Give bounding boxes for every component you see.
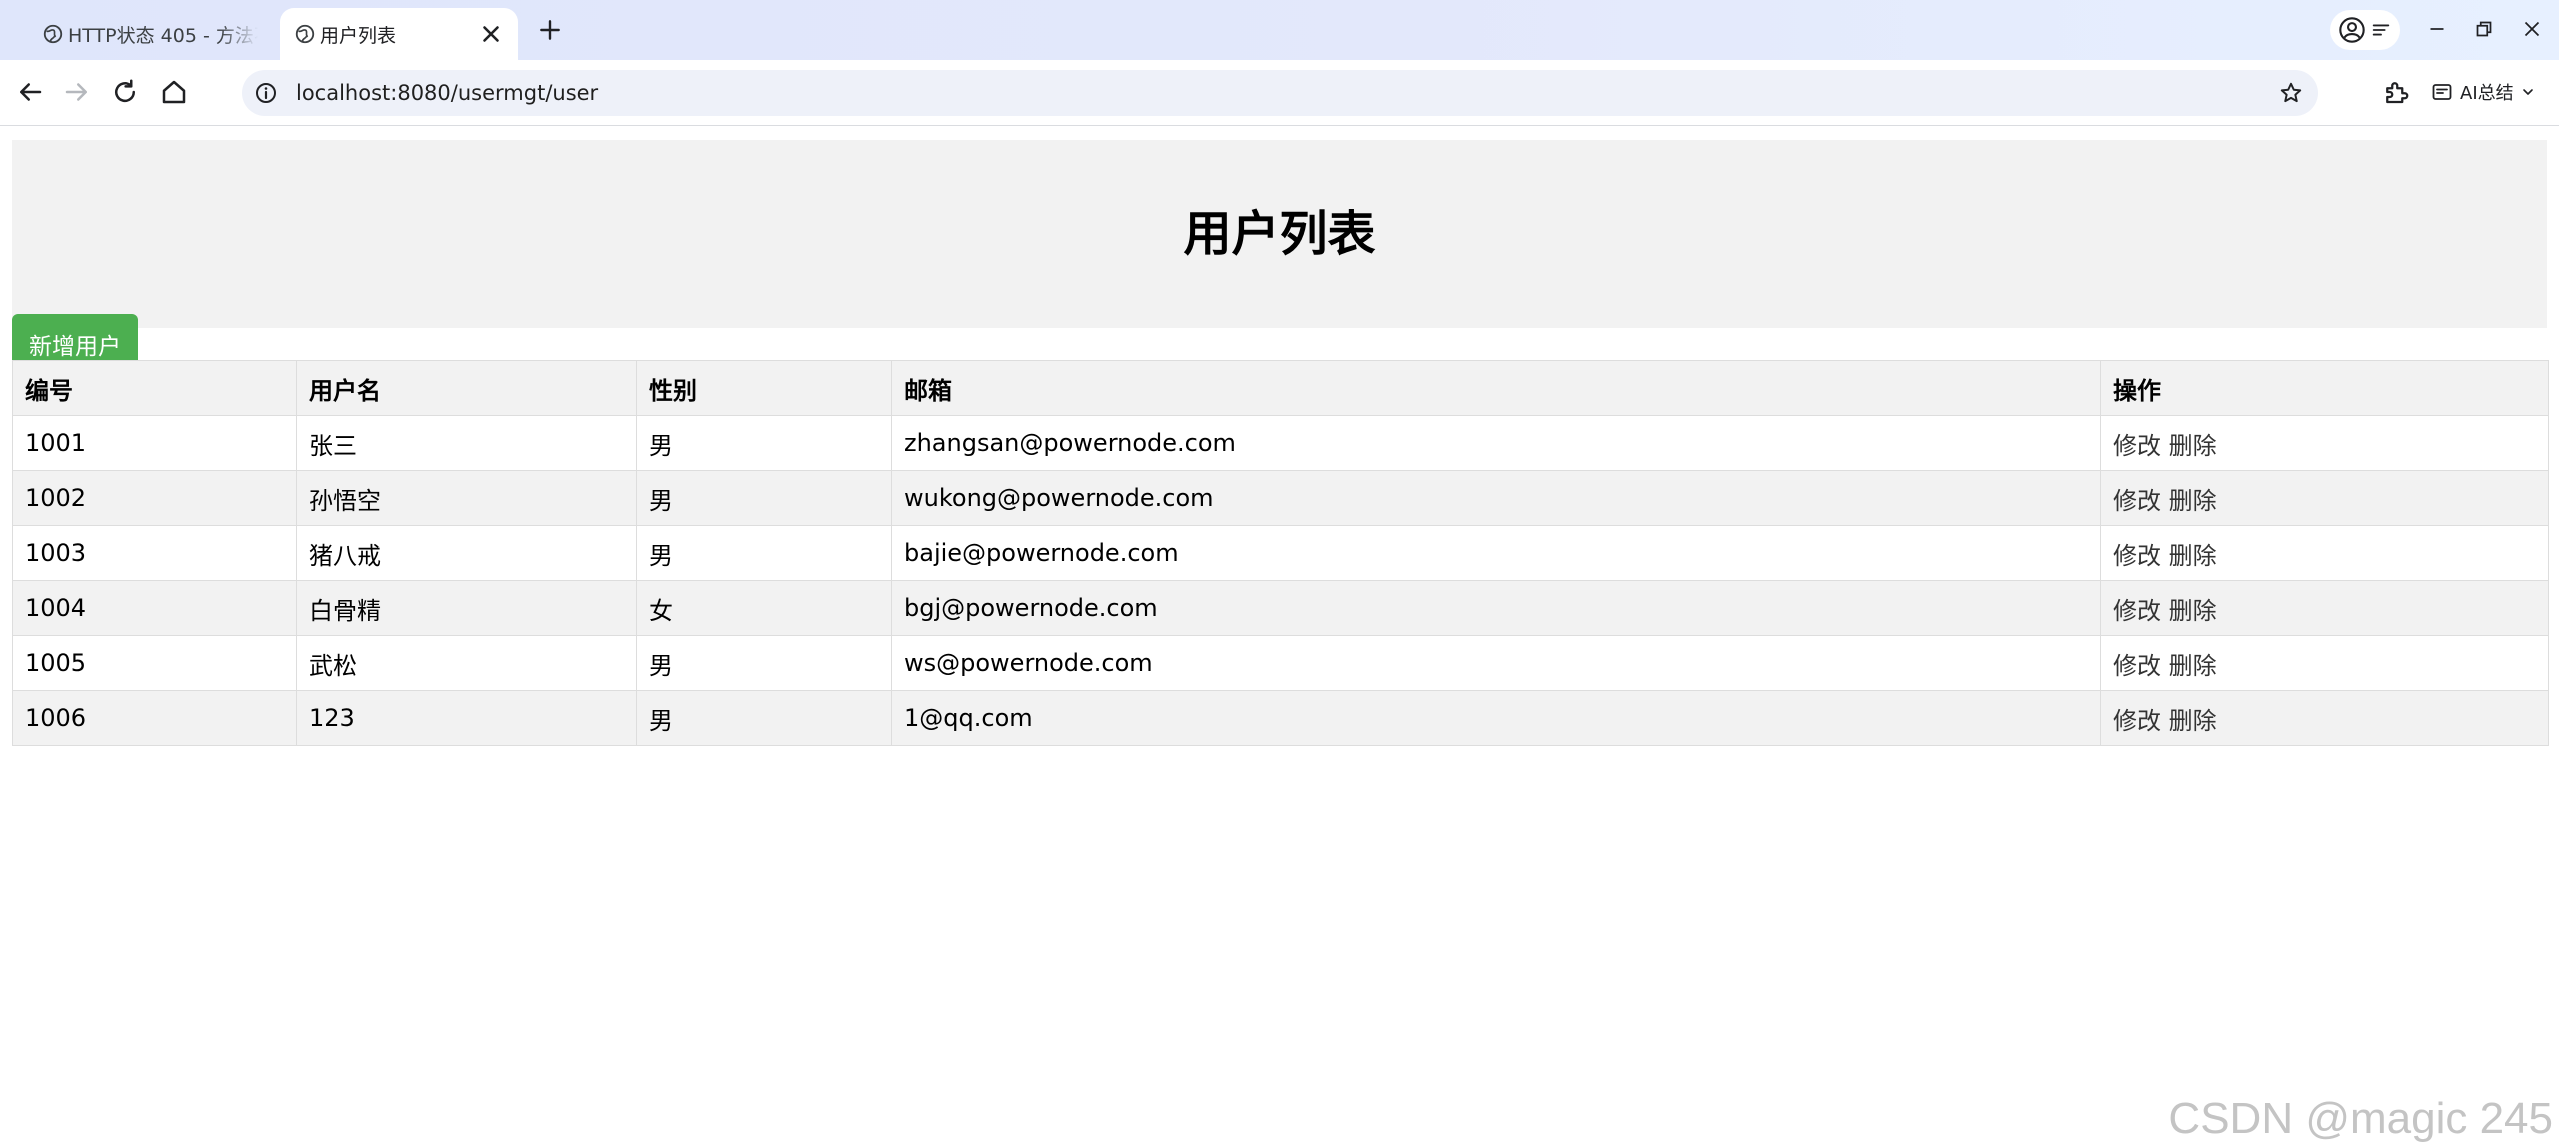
- page-title: 用户列表: [1183, 206, 1376, 262]
- delete-link[interactable]: 删除: [2169, 487, 2217, 515]
- minimize-icon[interactable]: [2424, 16, 2450, 42]
- globe-icon: [43, 24, 63, 44]
- column-header-username: 用户名: [296, 360, 637, 416]
- home-icon[interactable]: [159, 77, 189, 107]
- cell-actions: 修改 删除: [2100, 525, 2549, 581]
- cell-email: wukong@powernode.com: [891, 470, 2101, 526]
- extensions-puzzle-icon[interactable]: [2381, 77, 2411, 107]
- cell-username: 孙悟空: [296, 470, 637, 526]
- browser-toolbar: localhost:8080/usermgt/user AI总结: [0, 60, 2559, 126]
- cell-gender: 男: [636, 525, 892, 581]
- cell-actions: 修改 删除: [2100, 415, 2549, 471]
- column-header-gender: 性别: [636, 360, 892, 416]
- cell-actions: 修改 删除: [2100, 470, 2549, 526]
- ai-summary-button[interactable]: AI总结: [2430, 74, 2536, 110]
- page-header: 用户列表: [12, 140, 2547, 328]
- menu-lines-icon: [2372, 24, 2390, 36]
- column-header-email: 邮箱: [891, 360, 2101, 416]
- cell-actions: 修改 删除: [2100, 690, 2549, 746]
- cell-email: bgj@powernode.com: [891, 580, 2101, 636]
- tab-strip: HTTP状态 405 - 方法不允许 用户列表: [0, 0, 2559, 60]
- edit-link[interactable]: 修改: [2113, 707, 2161, 735]
- cell-email: zhangsan@powernode.com: [891, 415, 2101, 471]
- site-info-icon[interactable]: [254, 81, 278, 105]
- cell-username: 123: [296, 690, 637, 746]
- delete-link[interactable]: 删除: [2169, 707, 2217, 735]
- user-table: 编号 用户名 性别 邮箱 操作 1001 张三 男 zhangsan@power…: [12, 360, 2549, 746]
- tab-title: 用户列表: [320, 24, 397, 47]
- back-arrow-icon[interactable]: [15, 77, 45, 107]
- chevron-down-icon: [2522, 89, 2533, 95]
- table-row: 1001 张三 男 zhangsan@powernode.com 修改 删除: [12, 415, 2549, 471]
- cell-username: 猪八戒: [296, 525, 637, 581]
- table-row: 1006 123 男 1@qq.com 修改 删除: [12, 690, 2549, 746]
- column-header-actions: 操作: [2100, 360, 2549, 416]
- ai-summary-label: AI总结: [2460, 83, 2514, 104]
- delete-link[interactable]: 删除: [2169, 432, 2217, 460]
- cell-id: 1002: [12, 470, 297, 526]
- cell-gender: 男: [636, 635, 892, 691]
- close-icon[interactable]: [478, 21, 504, 47]
- address-bar[interactable]: localhost:8080/usermgt/user: [242, 70, 2318, 116]
- edit-link[interactable]: 修改: [2113, 542, 2161, 570]
- column-header-id: 编号: [12, 360, 297, 416]
- cell-username: 白骨精: [296, 580, 637, 636]
- reload-icon[interactable]: [110, 77, 140, 107]
- summary-doc-icon: [2432, 84, 2452, 100]
- watermark: CSDN @magic 245: [2168, 1094, 2553, 1143]
- edit-link[interactable]: 修改: [2113, 652, 2161, 680]
- cell-id: 1006: [12, 690, 297, 746]
- cell-id: 1005: [12, 635, 297, 691]
- cell-id: 1003: [12, 525, 297, 581]
- tab-title: HTTP状态 405 - 方法不允许: [68, 24, 258, 47]
- tab-user-list[interactable]: 用户列表: [280, 8, 518, 60]
- tab-http-405[interactable]: HTTP状态 405 - 方法不允许: [28, 8, 268, 60]
- page-content: 用户列表 新增用户 编号 用户名 性别 邮箱 操作 1001 张三 男 zhan…: [0, 126, 2559, 1143]
- forward-arrow-icon[interactable]: [62, 77, 92, 107]
- table-row: 1003 猪八戒 男 bajie@powernode.com 修改 删除: [12, 525, 2549, 581]
- table-header-row: 编号 用户名 性别 邮箱 操作: [12, 360, 2549, 416]
- cell-gender: 男: [636, 470, 892, 526]
- bookmark-star-icon[interactable]: [2278, 80, 2304, 106]
- cell-username: 武松: [296, 635, 637, 691]
- cell-actions: 修改 删除: [2100, 580, 2549, 636]
- table-row: 1005 武松 男 ws@powernode.com 修改 删除: [12, 635, 2549, 691]
- delete-link[interactable]: 删除: [2169, 597, 2217, 625]
- cell-username: 张三: [296, 415, 637, 471]
- cell-gender: 男: [636, 415, 892, 471]
- new-tab-icon[interactable]: [537, 17, 563, 43]
- cell-gender: 男: [636, 690, 892, 746]
- delete-link[interactable]: 删除: [2169, 652, 2217, 680]
- cell-id: 1001: [12, 415, 297, 471]
- profile-button[interactable]: [2330, 10, 2400, 50]
- url-text[interactable]: localhost:8080/usermgt/user: [296, 70, 598, 116]
- edit-link[interactable]: 修改: [2113, 487, 2161, 515]
- delete-link[interactable]: 删除: [2169, 542, 2217, 570]
- profile-icon: [2339, 17, 2365, 43]
- globe-icon: [295, 24, 315, 44]
- cell-actions: 修改 删除: [2100, 635, 2549, 691]
- close-window-icon[interactable]: [2519, 16, 2545, 42]
- edit-link[interactable]: 修改: [2113, 432, 2161, 460]
- table-row: 1004 白骨精 女 bgj@powernode.com 修改 删除: [12, 580, 2549, 636]
- cell-email: bajie@powernode.com: [891, 525, 2101, 581]
- edit-link[interactable]: 修改: [2113, 597, 2161, 625]
- cell-gender: 女: [636, 580, 892, 636]
- cell-id: 1004: [12, 580, 297, 636]
- cell-email: ws@powernode.com: [891, 635, 2101, 691]
- cell-email: 1@qq.com: [891, 690, 2101, 746]
- restore-icon[interactable]: [2471, 16, 2497, 42]
- table-row: 1002 孙悟空 男 wukong@powernode.com 修改 删除: [12, 470, 2549, 526]
